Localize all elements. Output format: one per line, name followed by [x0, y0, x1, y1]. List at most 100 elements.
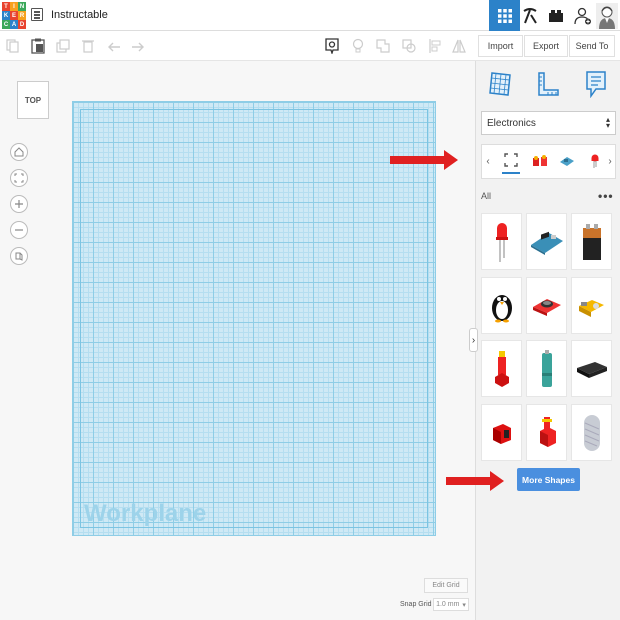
user-avatar[interactable]	[594, 0, 620, 31]
ortho-view-button[interactable]	[10, 247, 28, 265]
fit-all-icon	[14, 173, 24, 183]
project-title[interactable]: Instructable	[51, 9, 108, 21]
chevron-right-icon: ›	[471, 334, 476, 346]
light-bulb-icon[interactable]	[351, 38, 365, 54]
toolbar: Import Export Send To	[0, 31, 620, 61]
minus-icon	[15, 229, 23, 231]
view-cube[interactable]: TOP	[17, 81, 49, 119]
workplane-grid[interactable]: Workplane	[72, 101, 436, 536]
capsule-icon	[583, 414, 600, 451]
export-button[interactable]: Export	[524, 35, 568, 57]
group-icon[interactable]	[376, 38, 390, 54]
brick-icon	[548, 9, 563, 22]
battery-pack-icon	[576, 361, 607, 378]
shape-tile-slide-switch[interactable]	[481, 404, 522, 461]
select-all-icon	[504, 153, 518, 167]
ungroup-icon[interactable]	[402, 38, 416, 54]
add-user-icon	[573, 7, 591, 24]
logo-letter: K	[2, 11, 10, 20]
shape-tile-penguin[interactable]	[481, 277, 522, 334]
edit-grid-button[interactable]: Edit Grid	[424, 578, 468, 593]
select-arrows-icon: ▴ ▾	[605, 115, 610, 130]
snap-grid-label: Snap Grid	[400, 601, 432, 608]
more-options-icon[interactable]: •••	[598, 189, 614, 203]
note-icon	[586, 71, 606, 98]
arduino-board-icon	[530, 231, 563, 255]
shape-tile-arduino[interactable]	[526, 213, 567, 270]
notes-icon[interactable]	[325, 38, 339, 54]
push-button-icon	[494, 350, 509, 387]
annotation-arrow-category	[390, 150, 458, 170]
shape-tile-motor-board[interactable]	[526, 277, 567, 334]
workplane-label: Workplane	[84, 500, 207, 527]
category-arduino-button[interactable]	[558, 152, 576, 170]
send-to-button[interactable]: Send To	[569, 35, 615, 57]
shape-tile-capsule[interactable]	[571, 404, 612, 461]
logo-letter: R	[18, 11, 26, 20]
logo-letter: A	[10, 20, 18, 29]
zoom-in-button[interactable]	[10, 195, 28, 213]
avatar-portrait-icon	[596, 2, 618, 29]
notes-tool-button[interactable]	[582, 67, 610, 101]
category-leds-button[interactable]	[586, 152, 604, 170]
fit-view-button[interactable]	[10, 169, 28, 187]
logo-letter: D	[18, 20, 26, 29]
shape-tile-button-red[interactable]	[481, 340, 522, 397]
copy-icon[interactable]	[6, 38, 20, 54]
battery-icon	[582, 223, 601, 260]
undo-icon[interactable]	[107, 38, 121, 54]
chevron-right-icon[interactable]: ›	[606, 152, 614, 170]
shape-tile-battery-pack[interactable]	[571, 340, 612, 397]
penguin-icon	[491, 294, 512, 322]
workplane-border	[80, 109, 428, 528]
shape-tile-led[interactable]	[481, 213, 522, 270]
chevron-left-icon[interactable]: ‹	[484, 152, 492, 170]
design-list-icon[interactable]	[31, 8, 43, 21]
workspace-canvas[interactable]: TOP Workplane Edit Grid Snap Grid 1.0 mm…	[0, 61, 475, 620]
grid-icon	[497, 8, 512, 23]
zoom-out-button[interactable]	[10, 221, 28, 239]
paste-icon[interactable]	[31, 38, 45, 54]
caret-down-icon: ▾	[462, 601, 466, 609]
import-button[interactable]: Import	[478, 35, 523, 57]
logo-letter: E	[10, 11, 18, 20]
gear-motor-icon	[578, 299, 604, 317]
category-components-button[interactable]	[531, 152, 549, 170]
annotation-arrow-more-shapes	[446, 471, 504, 491]
perspective-icon	[15, 252, 23, 261]
align-icon[interactable]	[428, 38, 442, 54]
logo-letter: I	[10, 2, 18, 11]
shape-tile-servo[interactable]	[526, 404, 567, 461]
snap-grid-value: 1.0 mm	[436, 601, 460, 608]
home-view-button[interactable]	[10, 143, 28, 161]
mirror-icon[interactable]	[452, 38, 466, 54]
led-icon	[495, 222, 508, 262]
shape-tile-battery-9v[interactable]	[571, 213, 612, 270]
shape-tile-battery-aa[interactable]	[526, 340, 567, 397]
library-select-value: Electronics	[487, 117, 536, 129]
plus-icon	[15, 200, 23, 208]
logo-letter: N	[18, 2, 26, 11]
more-shapes-button[interactable]: More Shapes	[517, 468, 580, 491]
home-icon	[14, 147, 24, 157]
slide-switch-icon	[492, 423, 511, 444]
led-icon	[591, 154, 599, 168]
app-header: T I N K E R C A D Instructable	[0, 0, 620, 31]
workplane-tool-button[interactable]	[486, 67, 514, 101]
board-icon	[560, 157, 574, 166]
delete-icon[interactable]	[81, 38, 95, 54]
components-icon	[533, 155, 547, 166]
pickaxe-icon	[522, 7, 537, 24]
panel-collapse-handle[interactable]: ›	[469, 328, 478, 352]
shape-tile-gear-motor[interactable]	[571, 277, 612, 334]
logo-letter: T	[2, 2, 10, 11]
shape-library-select[interactable]: Electronics ▴ ▾	[481, 111, 616, 135]
shapes-section-title: All	[481, 191, 492, 201]
redo-icon[interactable]	[131, 38, 145, 54]
tinkercad-logo[interactable]: T I N K E R C A D	[2, 2, 26, 29]
snap-grid-select[interactable]: 1.0 mm ▾	[433, 598, 469, 611]
ruler-tool-button[interactable]	[534, 67, 562, 101]
duplicate-icon[interactable]	[56, 38, 70, 54]
category-all-button[interactable]	[502, 148, 520, 174]
servo-icon	[539, 416, 556, 447]
